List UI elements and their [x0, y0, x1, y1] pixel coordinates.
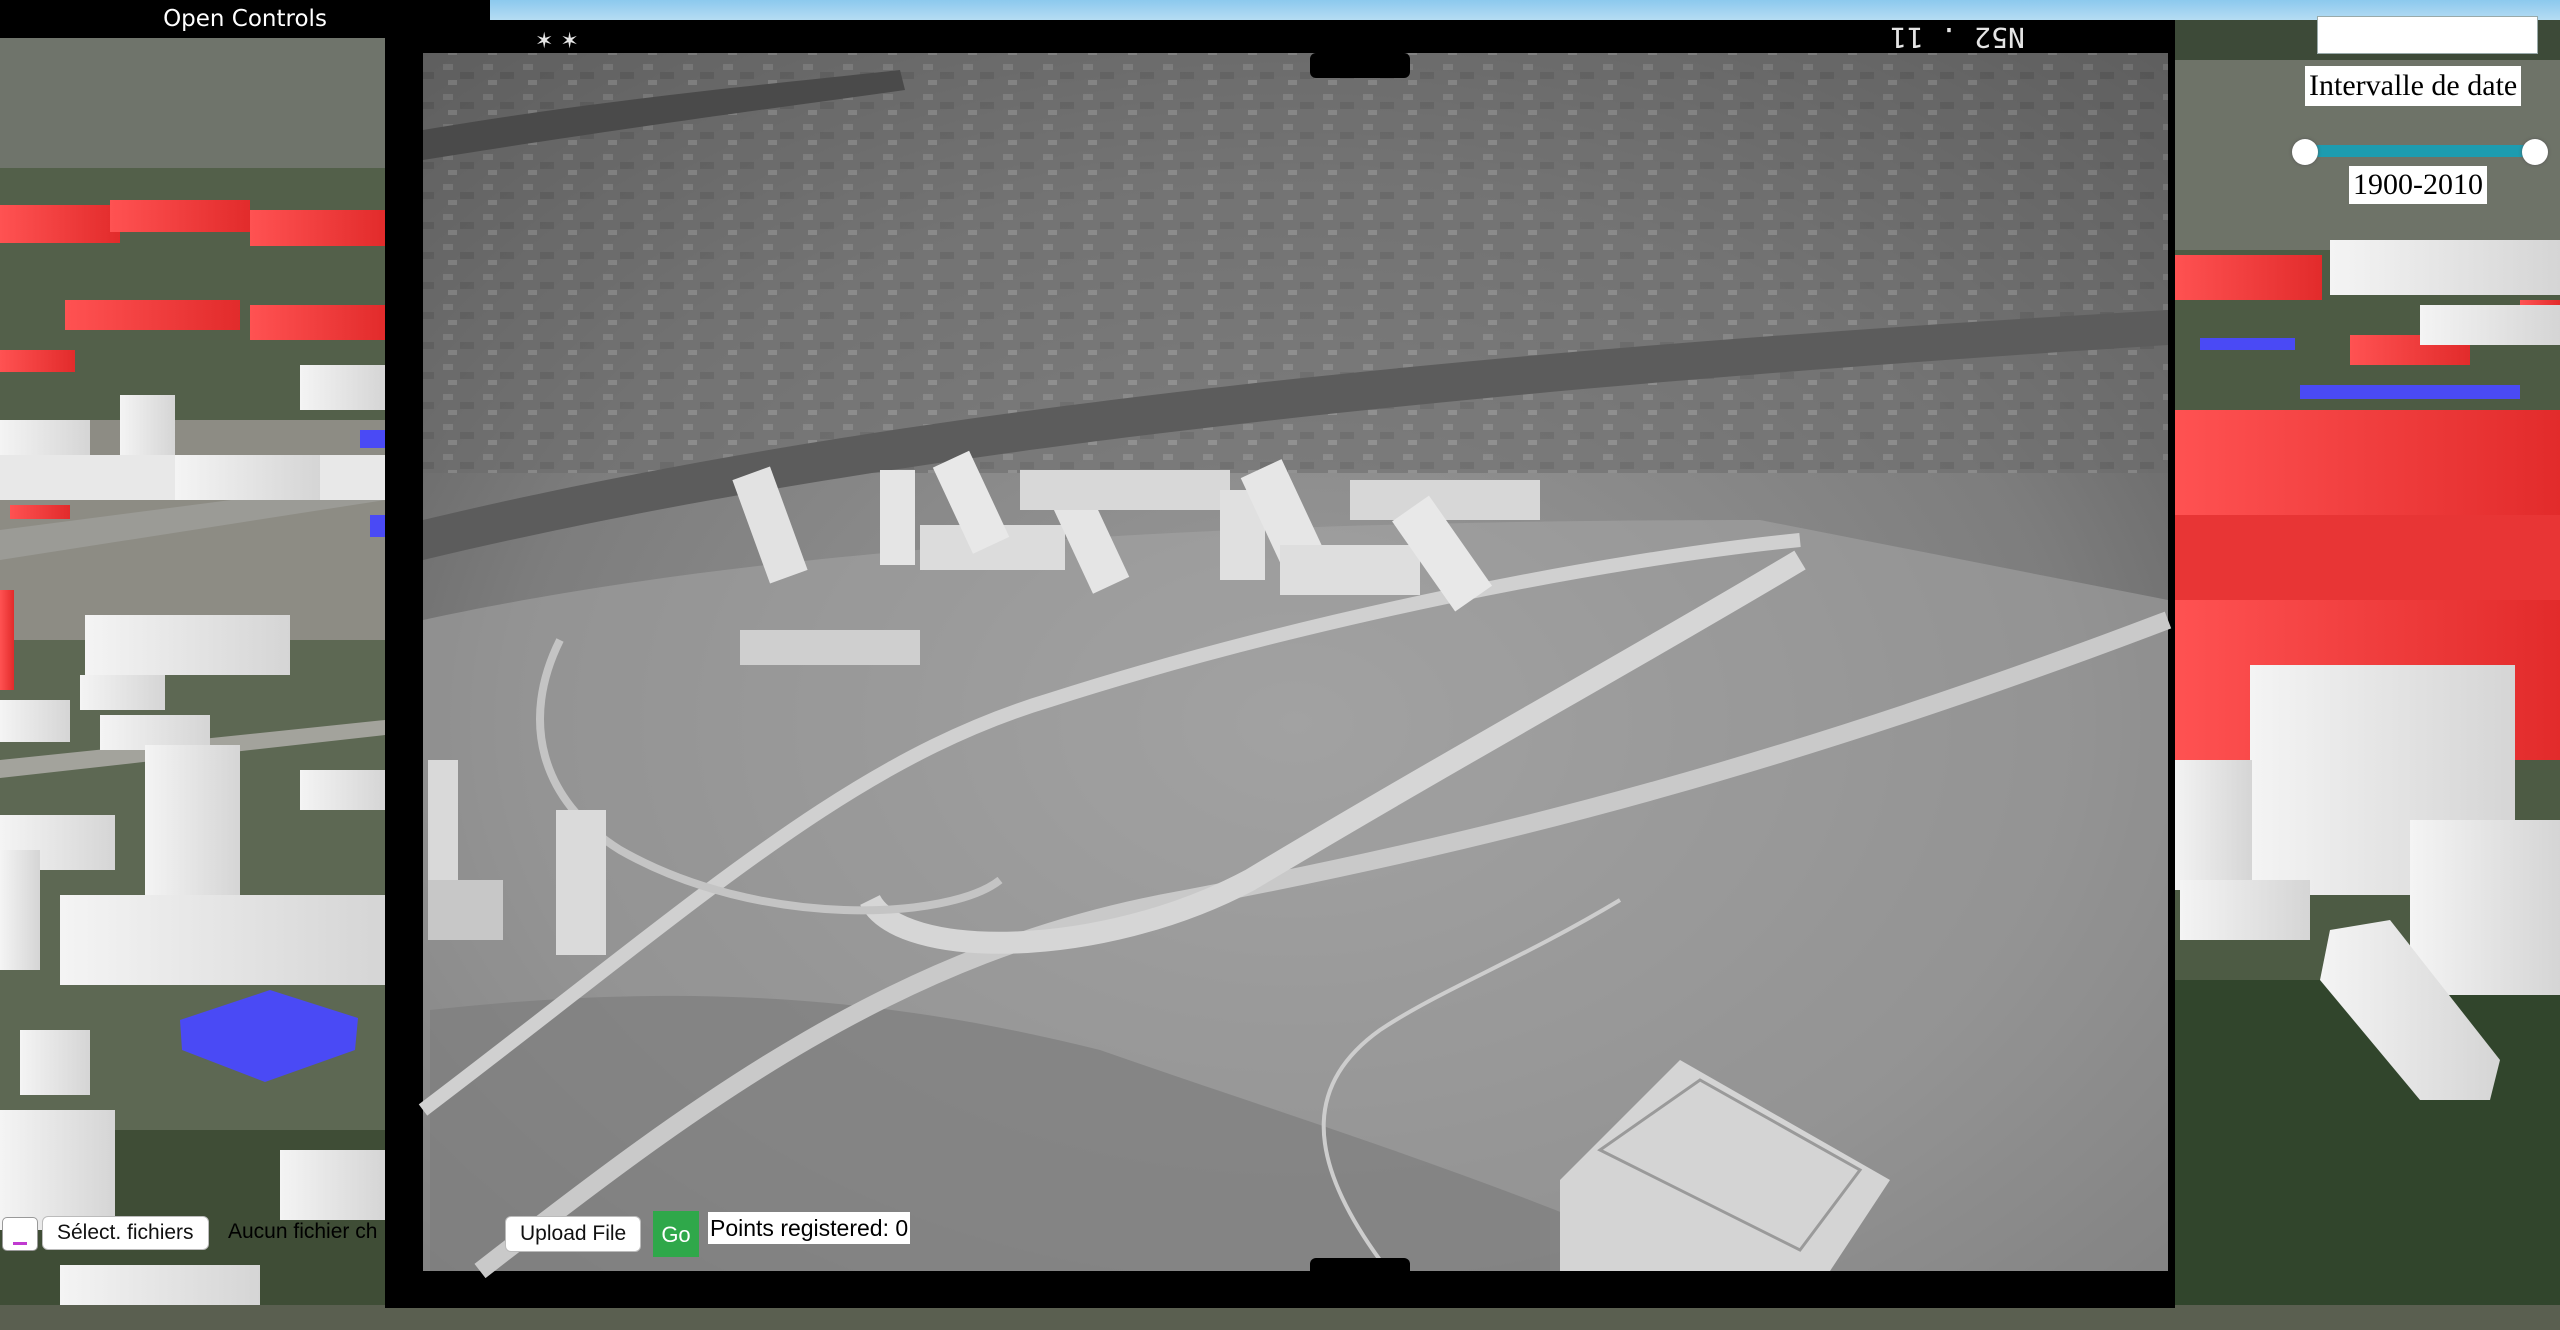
- go-button[interactable]: Go: [653, 1211, 699, 1257]
- upload-file-button[interactable]: Upload File: [505, 1216, 642, 1252]
- date-range-value: 1900-2010: [2349, 166, 2487, 204]
- color-picker[interactable]: [2, 1217, 38, 1251]
- date-range-min-handle[interactable]: [2292, 139, 2318, 165]
- date-range-slider-track[interactable]: [2306, 145, 2534, 157]
- left-map-area: [0, 38, 385, 1330]
- date-range-max-handle[interactable]: [2522, 139, 2548, 165]
- choose-files-button[interactable]: Sélect. fichiers: [42, 1216, 209, 1250]
- svg-text:✶ ✶: ✶ ✶: [535, 29, 579, 54]
- date-filter-input[interactable]: [2317, 16, 2538, 54]
- map-3d-view[interactable]: N52 . 11 ✶ ✶: [0, 0, 2560, 1330]
- film-marking: N52 . 11: [1890, 21, 2025, 54]
- file-status-text: Aucun fichier ch: [228, 1220, 378, 1243]
- historical-photo-panel: N52 . 11 ✶ ✶: [385, 20, 2175, 1308]
- right-map-area: [2172, 60, 2560, 1330]
- open-controls-button[interactable]: Open Controls: [0, 0, 490, 38]
- points-registered-label: Points registered: 0: [708, 1212, 911, 1244]
- date-range-label: Intervalle de date: [2305, 66, 2522, 106]
